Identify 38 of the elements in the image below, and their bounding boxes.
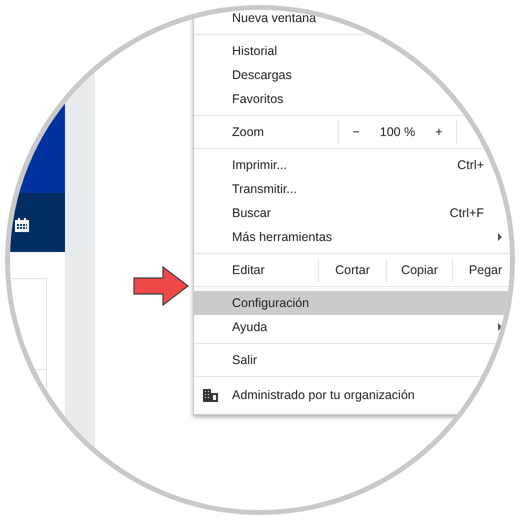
shortcut-text: Ctrl+	[457, 156, 484, 174]
menu-item-label: Transmitir...	[232, 180, 297, 198]
menu-item-label: Nueva ventana	[232, 10, 316, 28]
menu-item-label: Buscar	[232, 204, 271, 222]
menu-item[interactable]: Ayuda	[194, 315, 510, 339]
menu-item-label: Más herramientas	[232, 228, 332, 246]
menu-item[interactable]: Buscar Ctrl+F	[194, 201, 510, 225]
submenu-arrow-icon	[498, 323, 502, 331]
zoom-out-button[interactable]: −	[352, 122, 360, 142]
menu-item[interactable]: Nueva ventana	[194, 10, 510, 30]
menu-item-label: Salir	[232, 352, 258, 369]
shortcut-text: Ctrl+F	[450, 204, 484, 222]
calendar-icon[interactable]	[15, 218, 29, 232]
menu-item[interactable]: Imprimir... Ctrl+	[194, 153, 510, 177]
menu-item-label: Configuración	[232, 294, 310, 312]
menu-item[interactable]: Más herramientas	[194, 225, 510, 249]
zoom-label: Zoom	[231, 124, 265, 141]
building-icon	[203, 388, 218, 402]
menu-item-label: Imprimir...	[232, 156, 287, 174]
edit-action-button[interactable]: Pegar	[452, 258, 510, 282]
edit-action-button[interactable]: Cortar	[318, 258, 386, 282]
submenu-arrow-icon	[498, 233, 502, 241]
menu-item[interactable]: Salir	[194, 348, 510, 372]
menu-item-label: Descargas	[232, 66, 292, 84]
menu-item[interactable]: Favoritos	[194, 87, 510, 111]
menu-item-label: Historial	[232, 42, 278, 60]
menu-item-label: Ayuda	[232, 318, 268, 336]
menu-item[interactable]: Historial	[194, 39, 510, 63]
menu-item[interactable]: Configuración	[194, 291, 510, 315]
menu-item[interactable]: Transmitir...	[194, 177, 510, 201]
arrow-icon	[133, 266, 189, 306]
edit-action-button[interactable]: Copiar	[386, 258, 452, 282]
menu-item-label: Favoritos	[232, 90, 284, 108]
edit-label: Editar	[231, 262, 266, 279]
managed-notice: Administrado por tu organización	[232, 386, 415, 404]
zoom-value: 100 %	[380, 124, 416, 141]
menu-item[interactable]: Descargas	[194, 63, 510, 87]
zoom-in-button[interactable]: +	[435, 122, 443, 142]
